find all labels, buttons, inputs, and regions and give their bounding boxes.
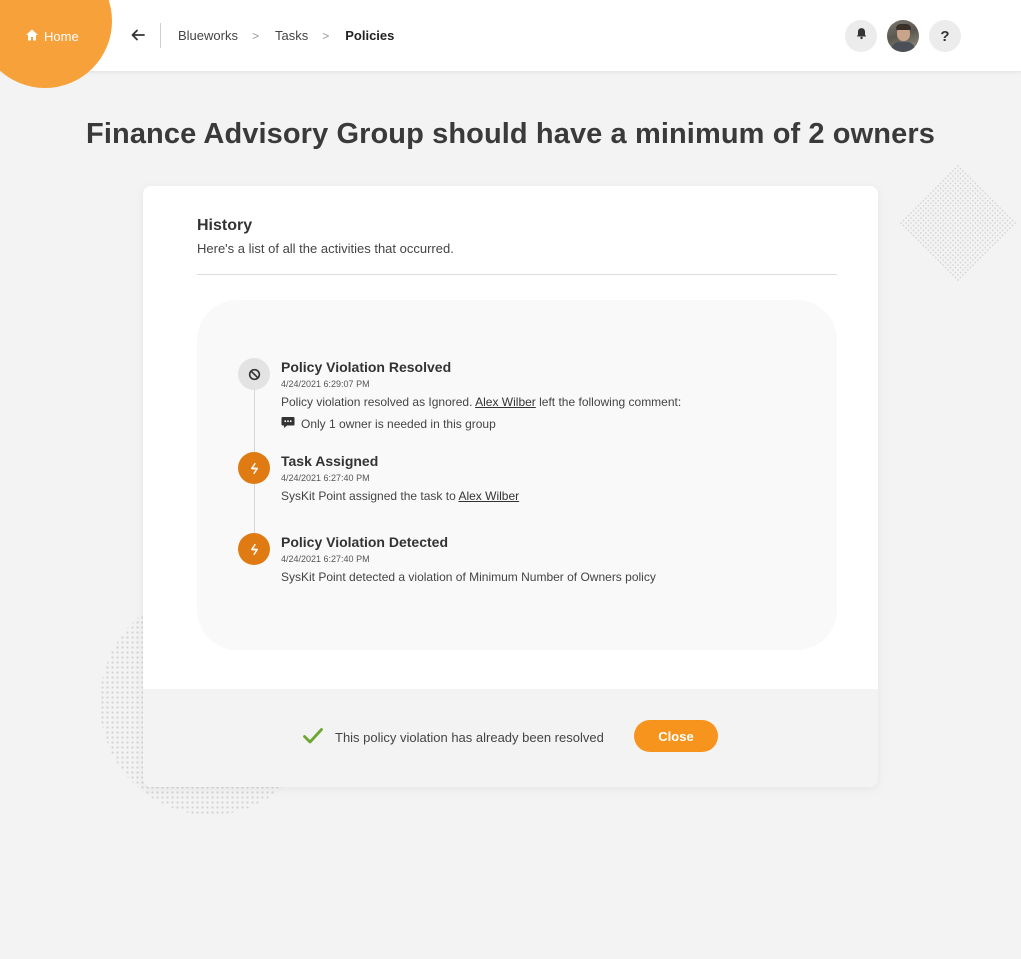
divider bbox=[197, 274, 837, 275]
home-button[interactable]: Home bbox=[25, 27, 79, 45]
breadcrumb-separator: > bbox=[251, 28, 259, 43]
event-comment: Only 1 owner is needed in this group bbox=[281, 416, 801, 432]
event-date: 4/24/2021 6:29:07 PM bbox=[281, 379, 370, 389]
home-label: Home bbox=[44, 28, 79, 44]
user-link-alex-wilber[interactable]: Alex Wilber bbox=[458, 489, 519, 503]
event-description: SysKit Point detected a violation of Min… bbox=[281, 570, 656, 584]
history-subtitle: Here's a list of all the activities that… bbox=[197, 241, 454, 256]
ban-icon bbox=[238, 358, 270, 390]
checkmark-icon bbox=[303, 727, 335, 748]
decorative-dot-pattern bbox=[898, 163, 1018, 283]
avatar[interactable] bbox=[887, 20, 919, 52]
notifications-button[interactable] bbox=[845, 20, 877, 52]
breadcrumb-separator: > bbox=[322, 28, 330, 43]
event-title: Policy Violation Detected bbox=[281, 534, 449, 550]
bell-icon bbox=[855, 27, 868, 45]
syskit-icon bbox=[238, 452, 270, 484]
resolved-status-text: This policy violation has already been r… bbox=[335, 730, 604, 745]
user-link-alex-wilber[interactable]: Alex Wilber bbox=[475, 395, 536, 409]
event-date: 4/24/2021 6:27:40 PM bbox=[281, 473, 370, 483]
back-arrow-icon[interactable] bbox=[130, 27, 146, 43]
resolved-status: This policy violation has already been r… bbox=[303, 727, 604, 748]
breadcrumb-tasks[interactable]: Tasks bbox=[275, 28, 308, 43]
card-footer: This policy violation has already been r… bbox=[143, 689, 878, 787]
help-button[interactable]: ? bbox=[929, 20, 961, 52]
close-button[interactable]: Close bbox=[634, 720, 718, 752]
page-title: Finance Advisory Group should have a min… bbox=[86, 118, 935, 150]
breadcrumb: Blueworks > Tasks > Policies bbox=[178, 28, 394, 43]
history-card: History Here's a list of all the activit… bbox=[143, 186, 878, 787]
home-icon bbox=[25, 28, 39, 45]
syskit-icon bbox=[238, 533, 270, 565]
event-description: Policy violation resolved as Ignored. Al… bbox=[281, 395, 682, 409]
history-title: History bbox=[197, 217, 253, 234]
help-icon: ? bbox=[940, 27, 950, 45]
breadcrumb-policies: Policies bbox=[345, 28, 395, 43]
event-date: 4/24/2021 6:27:40 PM bbox=[281, 554, 370, 564]
breadcrumb-blueworks[interactable]: Blueworks bbox=[178, 28, 238, 43]
nav-divider bbox=[160, 23, 161, 48]
top-bar: Blueworks > Tasks > Policies ? bbox=[0, 0, 1021, 71]
event-title: Task Assigned bbox=[281, 453, 379, 469]
event-description: SysKit Point assigned the task to Alex W… bbox=[281, 489, 520, 503]
comment-text: Only 1 owner is needed in this group bbox=[301, 417, 496, 431]
event-title: Policy Violation Resolved bbox=[281, 359, 452, 375]
comment-icon bbox=[281, 416, 295, 432]
timeline: Policy Violation Resolved 4/24/2021 6:29… bbox=[197, 300, 837, 650]
